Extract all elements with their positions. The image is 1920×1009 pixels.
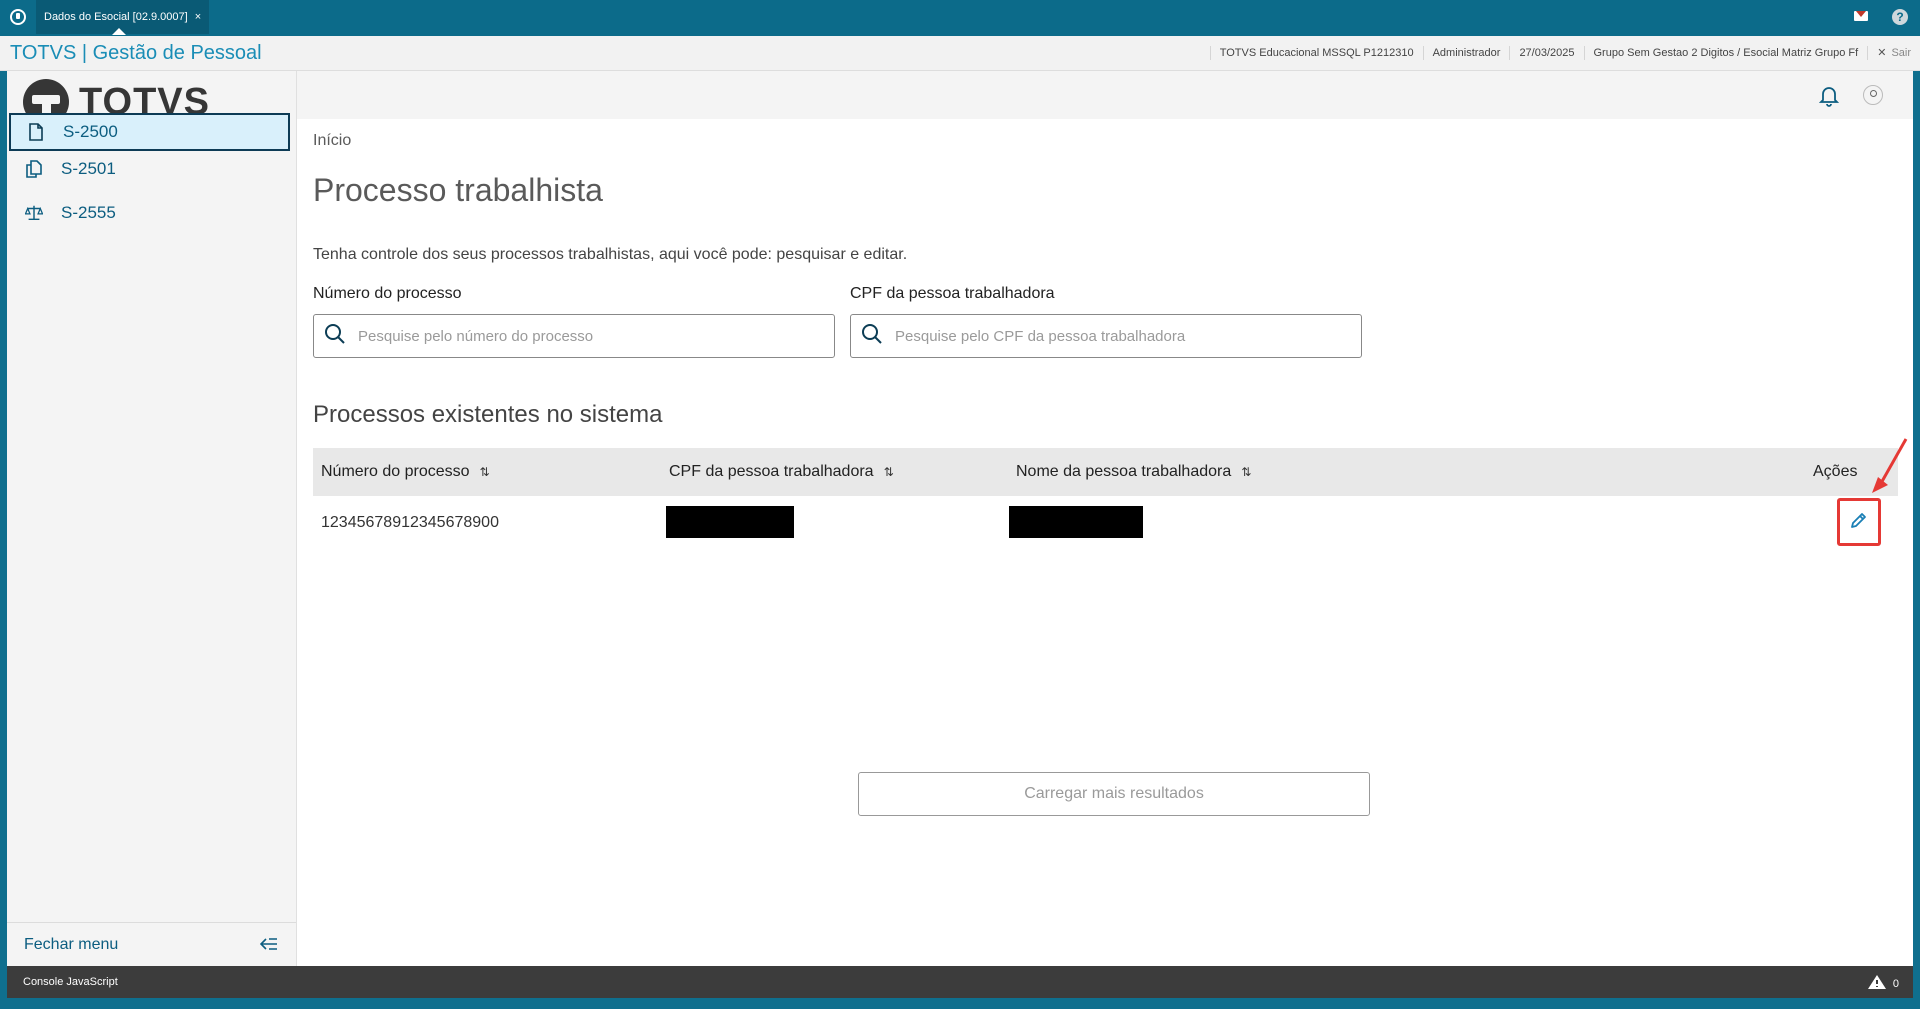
- tab-title: Dados do Esocial [02.9.0007]: [44, 11, 188, 23]
- user-avatar-icon[interactable]: [1863, 85, 1883, 105]
- search-icon: [861, 323, 883, 350]
- sidebar-item-s2555[interactable]: S-2555: [9, 194, 290, 232]
- process-number-search[interactable]: [313, 314, 835, 358]
- redacted-name: [1009, 506, 1143, 538]
- app-logo-icon: [10, 9, 26, 25]
- cpf-search[interactable]: [850, 314, 1362, 358]
- cpf-input[interactable]: [893, 326, 1331, 346]
- close-menu-button[interactable]: Fechar menu: [7, 922, 296, 967]
- sort-icon[interactable]: ⇅: [1241, 465, 1251, 479]
- warning-count: 0: [1892, 977, 1899, 990]
- window-titlebar: Dados do Esocial [02.9.0007] × ?: [0, 0, 1920, 36]
- column-label: Nome da pessoa trabalhadora: [1016, 463, 1232, 480]
- column-label: Ações: [1813, 463, 1858, 480]
- header-info: TOTVS Educacional MSSQL P1212310 Adminis…: [1209, 36, 1920, 70]
- sort-icon[interactable]: ⇅: [480, 465, 490, 479]
- collapse-menu-icon[interactable]: [259, 937, 278, 956]
- copy-documents-icon: [25, 160, 43, 178]
- header-info-date: 27/03/2025: [1509, 46, 1583, 60]
- warning-icon: [1867, 974, 1887, 993]
- pencil-icon: [1849, 510, 1869, 535]
- main-content: Início Processo trabalhista Tenha contro…: [297, 71, 1913, 966]
- column-header-actions: Ações: [1813, 463, 1857, 481]
- sidebar-item-label: S-2500: [63, 122, 118, 141]
- app-frame: TOTVS S-2500 S-2501 S-2555 Fechar menu I…: [7, 71, 1913, 966]
- process-number-input[interactable]: [356, 326, 802, 346]
- sidebar-item-label: S-2501: [61, 159, 116, 178]
- document-icon: [27, 123, 45, 141]
- exit-label: Sair: [1891, 47, 1911, 59]
- scale-icon: [25, 204, 43, 222]
- column-label: Número do processo: [321, 463, 470, 480]
- column-header-process-number[interactable]: Número do processo ⇅: [321, 463, 490, 481]
- column-header-cpf[interactable]: CPF da pessoa trabalhadora ⇅: [669, 463, 894, 481]
- warnings-indicator[interactable]: 0: [1867, 974, 1899, 993]
- tab-caret-icon: [112, 28, 126, 35]
- main-toolbar: [297, 71, 1913, 119]
- header-info-user: Administrador: [1422, 46, 1510, 60]
- sidebar-item-s2501[interactable]: S-2501: [9, 150, 290, 188]
- cpf-label: CPF da pessoa trabalhadora: [850, 285, 1055, 302]
- notification-bell-icon[interactable]: [1818, 85, 1840, 112]
- section-title: Processos existentes no sistema: [313, 401, 663, 428]
- close-icon: ✕: [1877, 47, 1887, 59]
- app-header: TOTVS | Gestão de Pessoal TOTVS Educacio…: [0, 36, 1920, 71]
- console-javascript-button[interactable]: Console JavaScript: [23, 976, 118, 988]
- sidebar: TOTVS S-2500 S-2501 S-2555 Fechar menu: [7, 71, 297, 966]
- search-icon: [324, 323, 346, 350]
- table-header: Número do processo ⇅ CPF da pessoa traba…: [313, 448, 1898, 496]
- header-info-database: TOTVS Educacional MSSQL P1212310: [1209, 46, 1423, 60]
- sort-icon[interactable]: ⇅: [884, 465, 894, 479]
- process-number-label: Número do processo: [313, 285, 462, 302]
- sidebar-item-label: S-2555: [61, 203, 116, 222]
- app-title: TOTVS | Gestão de Pessoal: [10, 42, 262, 64]
- header-info-company: Grupo Sem Gestao 2 Digitos / Esocial Mat…: [1583, 46, 1868, 60]
- page-description: Tenha controle dos seus processos trabal…: [313, 246, 908, 263]
- process-number-cell: 12345678912345678900: [321, 514, 499, 531]
- close-menu-label: Fechar menu: [24, 936, 119, 953]
- edit-button[interactable]: [1837, 498, 1881, 546]
- page-title: Processo trabalhista: [313, 172, 603, 208]
- redacted-cpf: [666, 506, 794, 538]
- load-more-button[interactable]: Carregar mais resultados: [858, 772, 1370, 816]
- table-row: 12345678912345678900: [313, 496, 1898, 550]
- exit-button[interactable]: ✕ Sair: [1867, 46, 1920, 60]
- tab-close-icon[interactable]: ×: [195, 11, 201, 23]
- sidebar-item-s2500[interactable]: S-2500: [9, 113, 290, 151]
- console-bar: Console JavaScript 0: [7, 966, 1913, 998]
- help-icon[interactable]: ?: [1892, 9, 1908, 25]
- column-header-name[interactable]: Nome da pessoa trabalhadora ⇅: [1016, 463, 1251, 481]
- breadcrumb[interactable]: Início: [313, 132, 351, 150]
- mail-icon[interactable]: [1854, 11, 1868, 21]
- annotation-arrow-icon: [1868, 437, 1910, 502]
- column-label: CPF da pessoa trabalhadora: [669, 463, 874, 480]
